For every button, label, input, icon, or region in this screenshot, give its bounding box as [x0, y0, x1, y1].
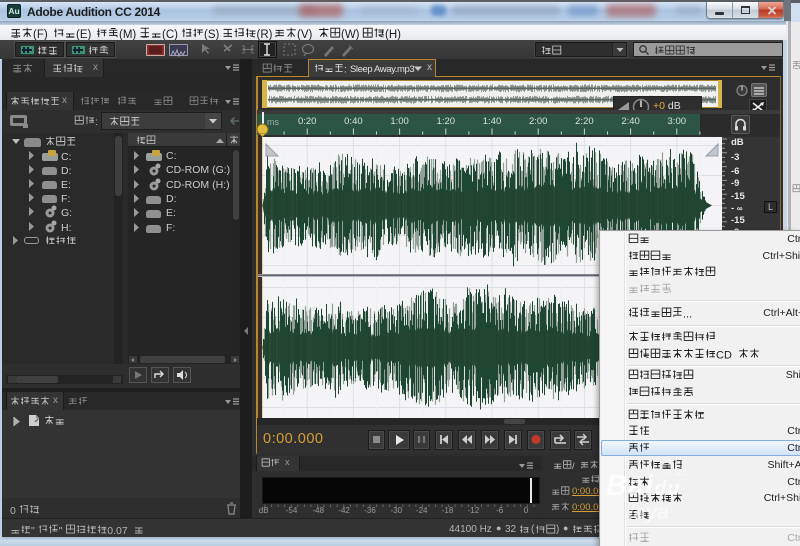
svg-text:0.07: 0.07 [107, 524, 128, 536]
svg-text:": " [31, 524, 35, 536]
svg-text:...: ... [683, 308, 692, 320]
svg-text:": " [59, 524, 63, 536]
svg-text:CD: CD [716, 349, 732, 361]
svg-text:/: / [572, 461, 575, 472]
